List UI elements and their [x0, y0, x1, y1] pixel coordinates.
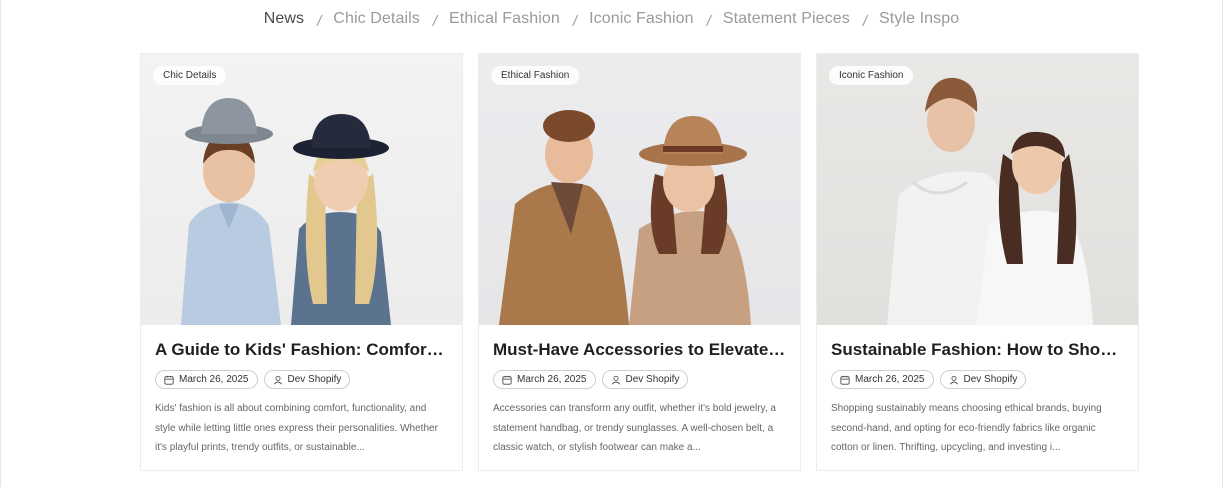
tab-separator: /: [706, 12, 711, 30]
calendar-icon: [502, 375, 512, 385]
category-badge[interactable]: Iconic Fashion: [829, 66, 914, 85]
tab-separator: /: [432, 12, 438, 30]
tab-ethical-fashion[interactable]: Ethical Fashion: [449, 10, 560, 28]
author-pill[interactable]: Dev Shopify: [263, 370, 351, 389]
tab-chic-details[interactable]: Chic Details: [333, 10, 420, 28]
blog-card-excerpt: Accessories can transform any outfit, wh…: [493, 403, 776, 453]
blog-card-title[interactable]: Sustainable Fashion: How to Shop...: [831, 340, 1124, 360]
couple-in-coats-illustration: [499, 110, 751, 325]
tab-separator: /: [862, 12, 868, 30]
post-author: Dev Shopify: [963, 374, 1018, 385]
kids-in-hats-illustration: [181, 98, 391, 325]
blog-card-image[interactable]: Iconic Fashion: [817, 54, 1138, 325]
blog-card-meta: March 26, 2025 Dev Shopify: [155, 370, 448, 389]
blog-card-meta: March 26, 2025 Dev Shopify: [493, 370, 786, 389]
post-author: Dev Shopify: [287, 374, 342, 385]
blog-card: Iconic Fashion Sustainable Fashion: How …: [816, 53, 1139, 471]
blog-card-image[interactable]: Chic Details: [141, 54, 462, 325]
blog-card: Ethical Fashion Must-Have Accessories to…: [478, 53, 801, 471]
blog-card-meta: March 26, 2025 Dev Shopify: [831, 370, 1124, 389]
tab-separator: /: [572, 12, 578, 30]
blog-card-image[interactable]: Ethical Fashion: [479, 54, 800, 325]
tab-statement-pieces[interactable]: Statement Pieces: [723, 10, 850, 28]
date-pill: March 26, 2025: [155, 370, 258, 389]
tab-style-inspo[interactable]: Style Inspo: [879, 10, 959, 28]
blog-card-excerpt: Shopping sustainably means choosing ethi…: [831, 403, 1102, 453]
author-pill[interactable]: Dev Shopify: [601, 370, 689, 389]
blog-card-excerpt: Kids' fashion is all about combining com…: [155, 403, 438, 453]
tab-separator: /: [317, 12, 322, 30]
calendar-icon: [164, 375, 174, 385]
user-icon: [273, 375, 282, 384]
category-tabs: News / Chic Details / Ethical Fashion / …: [0, 8, 1223, 30]
post-date: March 26, 2025: [179, 374, 249, 385]
couple-in-hoodies-illustration: [887, 77, 1093, 325]
category-badge[interactable]: Ethical Fashion: [491, 66, 580, 85]
post-date: March 26, 2025: [517, 374, 587, 385]
tab-iconic-fashion[interactable]: Iconic Fashion: [589, 10, 694, 28]
user-icon: [611, 375, 620, 384]
blog-card: Chic Details A Guide to Kids' Fashion: C…: [140, 53, 463, 471]
date-pill: March 26, 2025: [831, 370, 934, 389]
post-date: March 26, 2025: [855, 374, 925, 385]
tab-news[interactable]: News: [264, 10, 304, 28]
blog-card-title[interactable]: A Guide to Kids' Fashion: Comfort, Sty..…: [155, 340, 448, 360]
calendar-icon: [840, 375, 850, 385]
author-pill[interactable]: Dev Shopify: [939, 370, 1027, 389]
blog-card-grid: Chic Details A Guide to Kids' Fashion: C…: [140, 53, 1139, 471]
user-icon: [949, 375, 958, 384]
date-pill: March 26, 2025: [493, 370, 596, 389]
post-author: Dev Shopify: [625, 374, 680, 385]
category-badge[interactable]: Chic Details: [153, 66, 227, 85]
blog-card-title[interactable]: Must-Have Accessories to Elevate An...: [493, 340, 786, 360]
page-border-left: [0, 0, 1, 487]
